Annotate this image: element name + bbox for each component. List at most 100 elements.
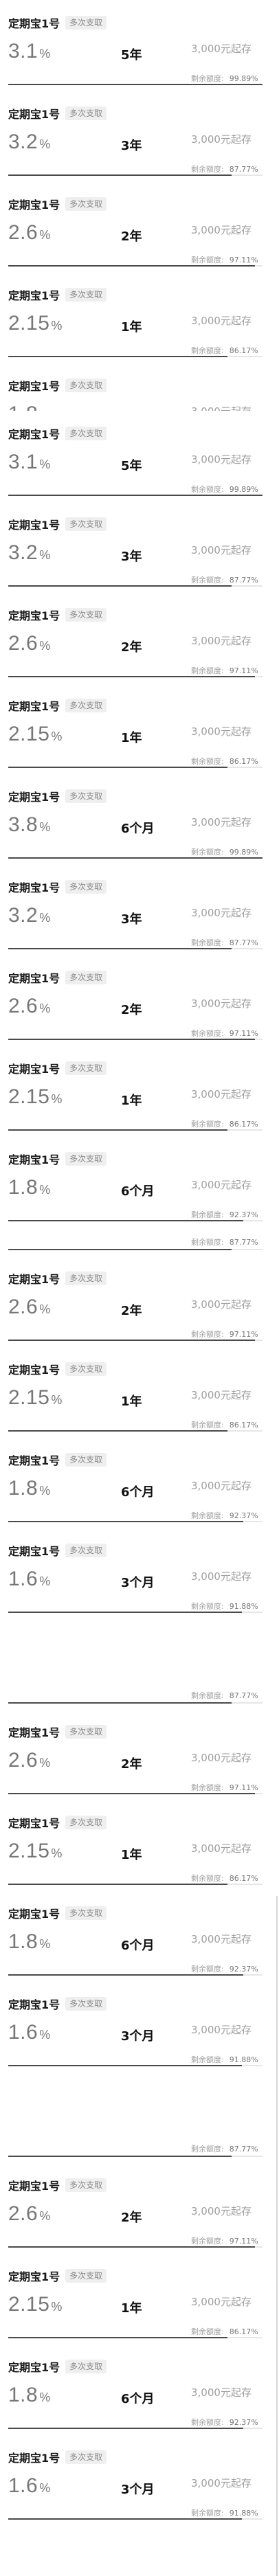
product-title: 定期宝1号 xyxy=(8,1364,60,1377)
remaining-quota-value: 97.11% xyxy=(229,1330,258,1339)
product-card[interactable]: 定期宝1号 多次支取 3.2% 3年 3,000元起存 剩余额度: 87.77% xyxy=(0,91,279,181)
quota-progress-fill xyxy=(8,356,227,357)
product-card[interactable]: 定期宝1号 多次支取 1.8% 6个月 3,000元起存 剩余额度: 92.37% xyxy=(0,1437,279,1528)
product-title: 定期宝1号 xyxy=(8,2180,60,2193)
interest-rate-value: 3.2 xyxy=(8,131,38,153)
remaining-quota: 剩余额度: 87.77% xyxy=(191,1236,258,1247)
product-title: 定期宝1号 xyxy=(8,380,60,393)
minimum-deposit: 3,000元起存 xyxy=(191,816,252,828)
product-card[interactable]: 定期宝1号 多次支取 2.6% 2年 3,000元起存 剩余额度: 97.11% xyxy=(0,592,279,683)
interest-rate: 3.1% xyxy=(8,40,51,63)
quota-progress-fill xyxy=(8,2428,243,2429)
product-card[interactable]: 定期宝1号 多次支取 1.8% 6个月 3,000元起存 剩余额度: 92.37% xyxy=(0,1890,279,1981)
product-card[interactable]: 定期宝1号 多次支取 3.1% 5年 3,000元起存 剩余额度: 99.89% xyxy=(0,411,279,501)
product-card[interactable]: 定期宝1号 多次支取 2.6% 2年 3,000元起存 剩余额度: 97.11% xyxy=(0,1256,279,1346)
quota-progress-bar xyxy=(8,1249,263,1250)
product-card-partial[interactable]: 剩余额度: 87.77% xyxy=(0,1680,279,1709)
remaining-quota-value: 97.11% xyxy=(229,1029,258,1038)
remaining-quota-label: 剩余额度: xyxy=(191,74,224,83)
remaining-quota: 剩余额度: 99.89% xyxy=(191,484,258,495)
remaining-quota-label: 剩余额度: xyxy=(191,1965,224,1974)
product-card[interactable]: 定期宝1号多次支取1.8%6个月3,000元起存 xyxy=(0,363,279,411)
quota-progress-fill xyxy=(8,265,256,267)
product-card[interactable]: 定期宝1号 多次支取 3.1% 5年 3,000元起存 剩余额度: 99.89% xyxy=(0,0,279,91)
product-card[interactable]: 定期宝1号 多次支取 2.6% 2年 3,000元起存 剩余额度: 97.11% xyxy=(0,1709,279,1800)
interest-rate-value: 3.1 xyxy=(8,40,38,63)
interest-rate: 2.6% xyxy=(8,2202,51,2226)
minimum-deposit: 3,000元起存 xyxy=(191,1933,252,1945)
minimum-deposit: 3,000元起存 xyxy=(191,544,252,556)
product-title: 定期宝1号 xyxy=(8,1063,60,1076)
quota-progress-bar xyxy=(8,174,263,176)
deposit-term: 2年 xyxy=(121,1003,142,1017)
percent-sign: % xyxy=(39,639,51,653)
remaining-quota: 剩余额度: 86.17% xyxy=(191,1419,258,1430)
quota-progress-fill xyxy=(8,585,232,587)
product-card-partial[interactable]: 剩余额度: 87.77% xyxy=(0,1227,279,1256)
interest-rate: 1.8% xyxy=(8,1930,51,1954)
product-title-row: 定期宝1号 多次支取 xyxy=(8,2178,107,2193)
product-card[interactable]: 定期宝1号 多次支取 2.15% 1年 3,000元起存 剩余额度: 86.17% xyxy=(0,2253,279,2344)
product-title-row: 定期宝1号 多次支取 xyxy=(8,196,107,212)
deposit-term: 3个月 xyxy=(121,2483,155,2497)
product-card[interactable]: 定期宝1号 多次支取 2.15% 1年 3,000元起存 剩余额度: 86.17% xyxy=(0,1346,279,1437)
product-card-partial[interactable]: 剩余额度: 87.77% xyxy=(0,2134,279,2162)
product-card[interactable]: 定期宝1号 多次支取 2.15% 1年 3,000元起存 剩余额度: 86.17% xyxy=(0,1046,279,1136)
withdrawal-tag: 多次支取 xyxy=(65,1061,107,1075)
product-card[interactable]: 定期宝1号 多次支取 2.6% 2年 3,000元起存 剩余额度: 97.11% xyxy=(0,955,279,1046)
product-card[interactable]: 定期宝1号 多次支取 1.8% 6个月 3,000元起存 剩余额度: 92.37% xyxy=(0,2344,279,2434)
product-title: 定期宝1号 xyxy=(8,1998,60,2011)
remaining-quota-value: 86.17% xyxy=(229,346,258,355)
withdrawal-tag: 多次支取 xyxy=(65,2360,107,2373)
percent-sign: % xyxy=(39,228,51,242)
remaining-quota-label: 剩余额度: xyxy=(191,1783,224,1792)
remaining-quota: 剩余额度: 92.37% xyxy=(191,2417,258,2428)
deposit-term: 3年 xyxy=(121,550,142,564)
product-card[interactable]: 定期宝1号 多次支取 1.6% 3个月 3,000元起存 剩余额度: 91.88% xyxy=(0,1528,279,1618)
minimum-deposit: 3,000元起存 xyxy=(191,907,252,919)
product-card[interactable]: 定期宝1号 多次支取 2.15% 1年 3,000元起存 剩余额度: 86.17% xyxy=(0,272,279,363)
product-card[interactable]: 定期宝1号 多次支取 2.15% 1年 3,000元起存 剩余额度: 86.17% xyxy=(0,683,279,773)
quota-progress-bar xyxy=(8,2428,263,2429)
product-card[interactable]: 定期宝1号 多次支取 1.6% 3个月 3,000元起存 剩余额度: 91.88% xyxy=(0,1981,279,2072)
product-title-row: 定期宝1号 多次支取 xyxy=(8,15,107,30)
interest-rate-value: 2.15 xyxy=(8,1840,50,1862)
product-card[interactable]: 定期宝1号 多次支取 2.15% 1年 3,000元起存 剩余额度: 86.17% xyxy=(0,1800,279,1890)
product-title-row: 定期宝1号 多次支取 xyxy=(8,2359,107,2374)
percent-sign: % xyxy=(51,1092,63,1106)
percent-sign: % xyxy=(39,1484,51,1498)
product-card[interactable]: 定期宝1号 多次支取 3.8% 6个月 3,000元起存 剩余额度: 99.89% xyxy=(0,773,279,864)
interest-rate: 2.6% xyxy=(8,1296,51,1319)
remaining-quota: 剩余额度: 92.37% xyxy=(191,1510,258,1521)
interest-rate-value: 1.8 xyxy=(8,1477,38,1500)
product-title: 定期宝1号 xyxy=(8,2361,60,2374)
product-title-row: 定期宝1号 多次支取 xyxy=(8,378,107,393)
withdrawal-tag: 多次支取 xyxy=(65,1453,107,1467)
quota-progress-fill xyxy=(8,2337,227,2338)
product-title-row: 定期宝1号 多次支取 xyxy=(8,1271,107,1286)
interest-rate-value: 2.6 xyxy=(8,221,38,244)
product-card[interactable]: 定期宝1号 多次支取 3.2% 3年 3,000元起存 剩余额度: 87.77% xyxy=(0,864,279,955)
quota-progress-bar xyxy=(8,857,263,859)
interest-rate: 2.6% xyxy=(8,632,51,655)
product-title-row: 定期宝1号 多次支取 xyxy=(8,1362,107,1377)
remaining-quota-label: 剩余额度: xyxy=(191,2055,224,2064)
minimum-deposit: 3,000元起存 xyxy=(191,404,252,411)
interest-rate: 2.6% xyxy=(8,995,51,1018)
product-card[interactable]: 定期宝1号 多次支取 1.8% 6个月 3,000元起存 剩余额度: 92.37% xyxy=(0,1136,279,1227)
quota-progress-fill xyxy=(8,174,232,176)
deposit-term: 3年 xyxy=(121,912,142,927)
product-title-row: 定期宝1号 多次支取 xyxy=(8,1151,107,1166)
remaining-quota-label: 剩余额度: xyxy=(191,346,224,355)
interest-rate: 2.15% xyxy=(8,1840,63,1863)
product-card[interactable]: 定期宝1号 多次支取 2.6% 2年 3,000元起存 剩余额度: 97.11% xyxy=(0,181,279,272)
product-title-row: 定期宝1号 多次支取 xyxy=(8,426,107,441)
deposit-term: 1年 xyxy=(121,1394,142,1409)
product-title: 定期宝1号 xyxy=(8,1545,60,1558)
product-card[interactable]: 定期宝1号 多次支取 1.6% 3个月 3,000元起存 剩余额度: 91.88% xyxy=(0,2434,279,2525)
percent-sign: % xyxy=(51,319,63,332)
remaining-quota-value: 99.89% xyxy=(229,848,258,857)
interest-rate-value: 2.15 xyxy=(8,1085,50,1108)
product-card[interactable]: 定期宝1号 多次支取 3.2% 3年 3,000元起存 剩余额度: 87.77% xyxy=(0,501,279,592)
product-card[interactable]: 定期宝1号 多次支取 2.6% 2年 3,000元起存 剩余额度: 97.11% xyxy=(0,2162,279,2253)
